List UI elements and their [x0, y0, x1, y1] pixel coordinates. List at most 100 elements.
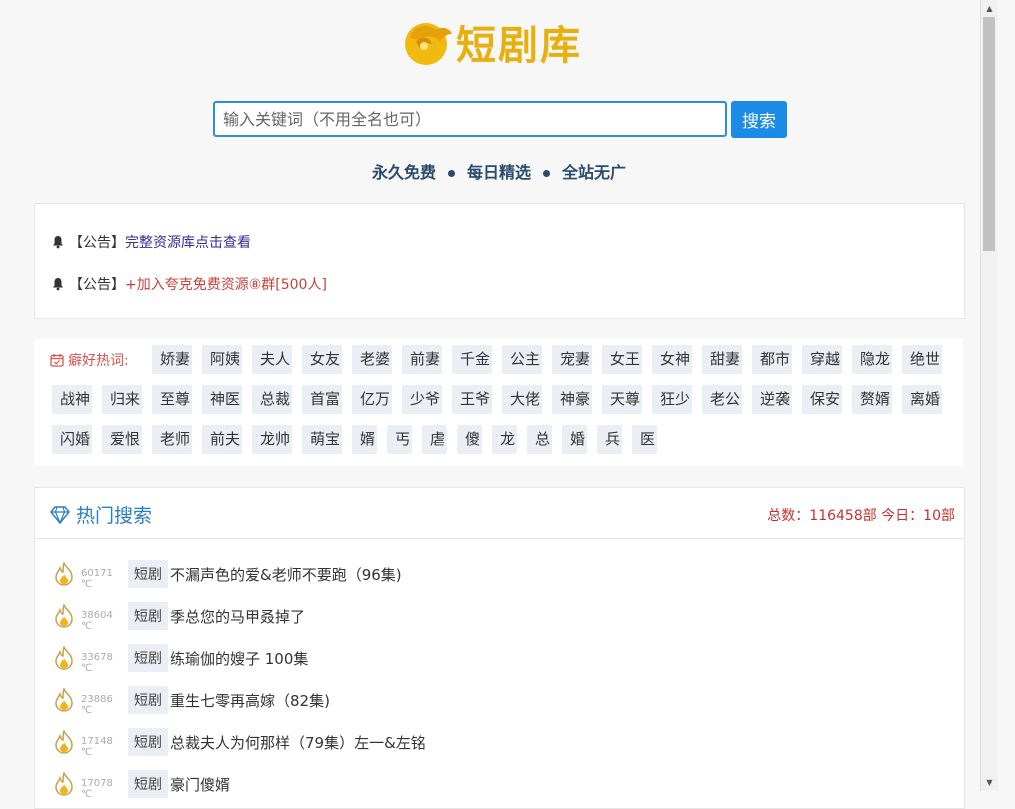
notice-item: 【公告】 +加入夸克免费资源⑧群[500人] [51, 274, 327, 294]
hot-word-tag[interactable]: 赘婿 [852, 385, 892, 414]
hot-word-tag[interactable]: 前夫 [202, 425, 242, 454]
hot-words-panel: 癖好热词: 娇妻 阿姨 夫人 女友 老婆 前妻 千金 公主 宠妻 女王 女神 甜妻 都市 穿越 隐龙 绝世战神… [34, 339, 963, 466]
hot-word-tag[interactable]: 傻 [457, 425, 482, 454]
hot-word-tag[interactable]: 大佬 [502, 385, 542, 414]
search-button[interactable]: 搜索 [731, 101, 787, 138]
category-badge: 短剧 [128, 560, 168, 588]
scroll-down-arrow-icon[interactable]: ▼ [981, 774, 998, 791]
drama-title-link[interactable]: 重生七零再高嫁（82集) [170, 690, 330, 711]
site-logo[interactable]: 短剧库 [402, 14, 582, 70]
page: 短剧库 搜索 永久免费 每日精选 全站无广 【公告】 完整资源库点击查看 【公告】 … [0, 0, 998, 809]
hot-word-tag[interactable]: 绝世 [902, 345, 942, 374]
hot-word-tag[interactable]: 离婚 [902, 385, 942, 414]
drama-title-link[interactable]: 练瑜伽的嫂子 100集 [170, 648, 308, 669]
hot-word-tag[interactable]: 保安 [802, 385, 842, 414]
hot-word-tag[interactable]: 老公 [702, 385, 742, 414]
hot-word-tag[interactable]: 闪婚 [52, 425, 92, 454]
bell-icon [53, 236, 63, 249]
notice-link-group[interactable]: +加入夸克免费资源⑧群[500人] [125, 274, 327, 294]
flame-icon [53, 602, 75, 628]
slogans: 永久免费 每日精选 全站无广 [0, 159, 998, 183]
slogan-noads: 全站无广 [562, 163, 627, 182]
hot-search-row[interactable]: 33678 ℃ 短剧 练瑜伽的嫂子 100集 [53, 643, 308, 674]
hot-word-tag[interactable]: 爱恨 [102, 425, 142, 454]
drama-title-link[interactable]: 总裁夫人为何那样（79集）左一&左铭 [170, 732, 426, 753]
flame-icon [53, 770, 75, 796]
scroll-up-arrow-icon[interactable]: ▲ [981, 0, 998, 17]
hot-word-tag[interactable]: 老师 [152, 425, 192, 454]
hot-word-tag[interactable]: 首富 [302, 385, 342, 414]
slogan-dot [447, 170, 455, 177]
hot-word-tag[interactable]: 神医 [202, 385, 242, 414]
hot-word-tag[interactable]: 狂少 [652, 385, 692, 414]
slogan-free: 永久免费 [371, 163, 436, 182]
slogan-dot [543, 170, 550, 177]
hot-word-tag[interactable]: 穿越 [802, 345, 842, 374]
hot-word-tag[interactable]: 婚 [562, 425, 587, 454]
hot-word-tag[interactable]: 甜妻 [702, 345, 742, 374]
drama-title-link[interactable]: 季总您的马甲叒掉了 [170, 606, 305, 627]
notice-link-resource[interactable]: 完整资源库点击查看 [125, 232, 251, 252]
hot-word-tag[interactable]: 老婆 [352, 345, 392, 374]
hot-word-tag[interactable]: 阿姨 [202, 345, 242, 374]
hot-word-tag[interactable]: 女友 [302, 345, 342, 374]
hot-word-tag[interactable]: 归来 [102, 385, 142, 414]
notice-panel: 【公告】 完整资源库点击查看 【公告】 +加入夸克免费资源⑧群[500人] [34, 203, 965, 319]
hot-search-row[interactable]: 38604 ℃ 短剧 季总您的马甲叒掉了 [53, 601, 305, 632]
hot-word-tag[interactable]: 丐 [387, 425, 412, 454]
hot-word-tag[interactable]: 总 [527, 425, 552, 454]
category-badge: 短剧 [128, 644, 168, 672]
hot-search-row[interactable]: 17078 ℃ 短剧 豪门傻婿 [53, 769, 230, 800]
search-input[interactable] [213, 101, 727, 137]
hot-word-tag[interactable]: 女王 [602, 345, 642, 374]
drama-title-link[interactable]: 不漏声色的爱&老师不要跑（96集) [170, 564, 402, 585]
hot-search-row[interactable]: 60171 ℃ 短剧 不漏声色的爱&老师不要跑（96集) [53, 559, 402, 590]
hot-word-tag[interactable]: 医 [632, 425, 657, 454]
hot-word-tag[interactable]: 至尊 [152, 385, 192, 414]
total-count-stats: 总数：116458部 今日：10部 [767, 508, 955, 524]
category-badge: 短剧 [128, 602, 168, 630]
hot-word-tag[interactable]: 隐龙 [852, 345, 892, 374]
hot-word-tag[interactable]: 前妻 [402, 345, 442, 374]
hot-word-tag[interactable]: 都市 [752, 345, 792, 374]
hot-word-tag[interactable]: 千金 [452, 345, 492, 374]
hot-word-tag[interactable]: 亿万 [352, 385, 392, 414]
hot-word-tag[interactable]: 虐 [422, 425, 447, 454]
hot-word-tag[interactable]: 萌宝 [302, 425, 342, 454]
hot-word-tag[interactable]: 神豪 [552, 385, 592, 414]
hot-word-tag[interactable]: 龙帅 [252, 425, 292, 454]
hot-word-tag[interactable]: 王爷 [452, 385, 492, 414]
hot-word-tag[interactable]: 少爷 [402, 385, 442, 414]
hot-search-row[interactable]: 23886 ℃ 短剧 重生七零再高嫁（82集) [53, 685, 330, 716]
scroll-thumb[interactable] [983, 17, 995, 251]
hot-word-tag[interactable]: 夫人 [252, 345, 292, 374]
hot-words-title: 癖好热词: [50, 350, 129, 370]
flame-icon [53, 686, 75, 712]
diamond-icon [50, 505, 70, 524]
flame-icon [53, 644, 75, 670]
hot-word-tag[interactable]: 婿 [352, 425, 377, 454]
category-badge: 短剧 [128, 770, 168, 798]
hot-word-tag[interactable]: 总裁 [252, 385, 292, 414]
drama-title-link[interactable]: 豪门傻婿 [170, 774, 230, 795]
hot-word-tag[interactable]: 娇妻 [152, 345, 192, 374]
hot-word-tag[interactable]: 宠妻 [552, 345, 592, 374]
flame-icon [53, 728, 75, 754]
bell-icon [53, 278, 63, 291]
hot-word-tag[interactable]: 龙 [492, 425, 517, 454]
hot-word-tag[interactable]: 公主 [502, 345, 542, 374]
slogan-daily: 每日精选 [466, 163, 531, 182]
hot-word-tag[interactable]: 逆袭 [752, 385, 792, 414]
scrollbar[interactable]: ▲ ▼ [980, 0, 998, 791]
heat-value: 60171 ℃ [81, 568, 113, 590]
logo-icon [405, 23, 452, 65]
category-badge: 短剧 [128, 728, 168, 756]
hot-search-row[interactable]: 17148 ℃ 短剧 总裁夫人为何那样（79集）左一&左铭 [53, 727, 426, 758]
hot-word-tag[interactable]: 战神 [52, 385, 92, 414]
hot-search-title: 热门搜索 [50, 501, 152, 528]
notice-item: 【公告】 完整资源库点击查看 [51, 232, 251, 252]
hot-word-tag[interactable]: 兵 [597, 425, 622, 454]
hot-word-tag[interactable]: 天尊 [602, 385, 642, 414]
heat-value: 17148 ℃ [81, 736, 113, 758]
hot-word-tag[interactable]: 女神 [652, 345, 692, 374]
